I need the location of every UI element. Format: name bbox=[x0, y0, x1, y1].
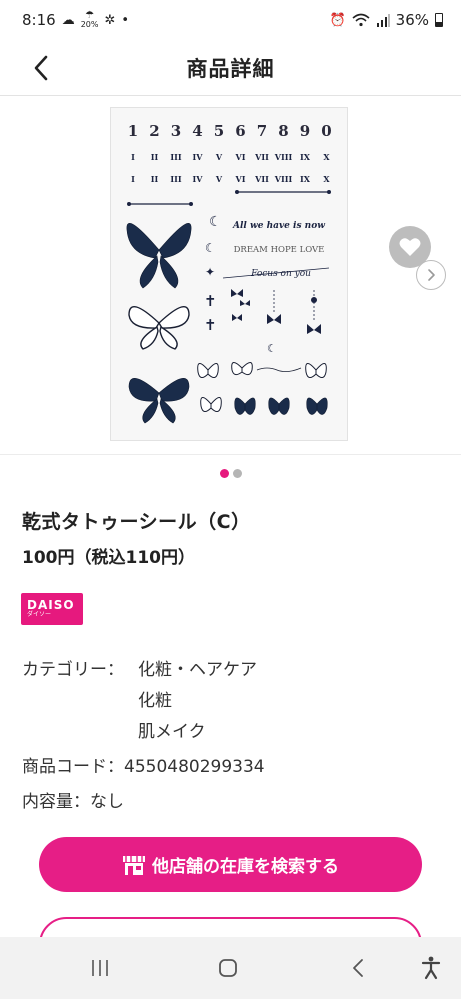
svg-text:✦: ✦ bbox=[205, 265, 215, 279]
sheet-phrase-1: All we have is now bbox=[232, 221, 325, 231]
sheet-number-9: 0 bbox=[321, 122, 331, 140]
cloud-icon: ☁ bbox=[61, 12, 75, 28]
product-name: 乾式タトゥーシール（C） bbox=[22, 511, 251, 533]
sheet-roman-b-9: X bbox=[323, 174, 330, 184]
sheet-roman-a-5: VI bbox=[235, 152, 246, 162]
recent-apps-icon bbox=[92, 960, 108, 976]
sheet-roman-b-3: IV bbox=[193, 174, 204, 184]
sheet-roman-a-4: V bbox=[215, 152, 223, 162]
store-icon bbox=[123, 855, 145, 875]
back-icon bbox=[353, 959, 363, 977]
pagination-dot-2[interactable] bbox=[232, 469, 242, 478]
pagination-dot-1[interactable] bbox=[219, 469, 229, 478]
sheet-roman-a-8: IX bbox=[300, 152, 311, 162]
fan-icon: ✲ bbox=[104, 12, 116, 28]
alarm-icon: ⏰ bbox=[329, 12, 346, 28]
sheet-number-6: 7 bbox=[257, 122, 267, 140]
sheet-roman-a-0: I bbox=[131, 152, 135, 162]
status-time: 8:16 bbox=[22, 11, 56, 29]
status-left: 8:16 ☁ ☂ 20% ✲ • bbox=[22, 10, 130, 30]
signal-icon bbox=[376, 13, 390, 27]
home-button[interactable] bbox=[208, 937, 248, 999]
chevron-right-icon bbox=[428, 269, 435, 281]
sheet-roman-b-4: V bbox=[215, 174, 223, 184]
status-right: ⏰ 36% bbox=[329, 11, 443, 29]
wifi-icon bbox=[352, 13, 370, 27]
sheet-roman-b-5: VI bbox=[235, 174, 246, 184]
category-value-2: 化粧 bbox=[138, 691, 172, 711]
search-stock-label: 他店舗の在庫を検索する bbox=[152, 857, 339, 877]
category-value-1: 化粧・ヘアケア bbox=[138, 660, 257, 680]
back-button[interactable] bbox=[26, 52, 56, 84]
system-nav-bar bbox=[0, 937, 461, 999]
sheet-number-5: 6 bbox=[235, 122, 245, 140]
home-icon bbox=[219, 959, 237, 977]
sheet-number-7: 8 bbox=[278, 122, 288, 140]
recent-apps-button[interactable] bbox=[80, 937, 120, 999]
sheet-roman-a-7: VIII bbox=[274, 152, 293, 162]
sheet-roman-b-2: III bbox=[170, 174, 181, 184]
accessibility-button[interactable] bbox=[412, 937, 450, 999]
accessibility-icon bbox=[421, 956, 441, 980]
page-title: 商品詳細 bbox=[186, 56, 275, 81]
carousel-pagination bbox=[0, 469, 461, 478]
product-content: 内容量：なし bbox=[22, 792, 124, 812]
search-stock-button[interactable]: 他店舗の在庫を検索する bbox=[39, 837, 422, 892]
category-value-3: 肌メイク bbox=[138, 722, 206, 742]
sheet-roman-a-9: X bbox=[323, 152, 330, 162]
product-image-carousel[interactable]: 1234567890 I II III IV V VI VII VIII IX X I II III I… bbox=[0, 97, 461, 455]
sheet-roman-b-0: I bbox=[131, 174, 135, 184]
sheet-roman-a-1: II bbox=[151, 152, 159, 162]
dot-icon: • bbox=[121, 12, 130, 28]
brand-kana: ダイソー bbox=[27, 611, 52, 619]
sheet-roman-a-3: IV bbox=[193, 152, 204, 162]
heart-icon bbox=[399, 238, 421, 256]
product-image: 1234567890 I II III IV V VI VII VIII IX X I II III I… bbox=[110, 107, 348, 441]
status-bar: 8:16 ☁ ☂ 20% ✲ • ⏰ 36% bbox=[0, 0, 461, 40]
battery-icon bbox=[435, 13, 443, 27]
product-price: 100円（税込110円） bbox=[22, 548, 195, 568]
app-header: 商品詳細 bbox=[0, 40, 461, 96]
sheet-roman-b-6: VII bbox=[254, 174, 269, 184]
svg-text:☾: ☾ bbox=[209, 214, 222, 230]
sheet-phrase-2: DREAM HOPE LOVE bbox=[234, 245, 325, 255]
sheet-roman-a-2: III bbox=[170, 152, 181, 162]
chevron-left-icon bbox=[34, 55, 48, 81]
tattoo-sheet-image: 1234567890 I II III IV V VI VII VIII IX X I II III I… bbox=[111, 108, 347, 440]
svg-text:✝: ✝ bbox=[204, 316, 217, 334]
sheet-number-4: 5 bbox=[214, 122, 224, 140]
sheet-roman-a-6: VII bbox=[254, 152, 269, 162]
svg-text:☾: ☾ bbox=[205, 241, 216, 255]
brand-logo: DAISO ダイソー bbox=[21, 593, 83, 625]
category-label: カテゴリー： bbox=[22, 660, 124, 680]
product-code: 商品コード：4550480299334 bbox=[22, 757, 265, 777]
sheet-roman-b-1: II bbox=[151, 174, 159, 184]
weather-temp: 20% bbox=[80, 20, 99, 29]
sheet-roman-b-7: VIII bbox=[274, 174, 293, 184]
sheet-number-8: 9 bbox=[300, 122, 310, 140]
sheet-number-2: 3 bbox=[171, 122, 181, 140]
svg-text:✝: ✝ bbox=[204, 292, 217, 310]
nav-back-button[interactable] bbox=[338, 937, 378, 999]
sheet-number-0: 1 bbox=[128, 122, 138, 140]
weather-icon: ☂ 20% bbox=[80, 10, 99, 29]
svg-text:☾: ☾ bbox=[267, 342, 277, 355]
sheet-number-3: 4 bbox=[192, 122, 202, 140]
sheet-number-1: 2 bbox=[149, 122, 159, 140]
sheet-roman-b-8: IX bbox=[300, 174, 311, 184]
battery-percent: 36% bbox=[395, 11, 429, 29]
carousel-next-button[interactable] bbox=[416, 260, 446, 290]
